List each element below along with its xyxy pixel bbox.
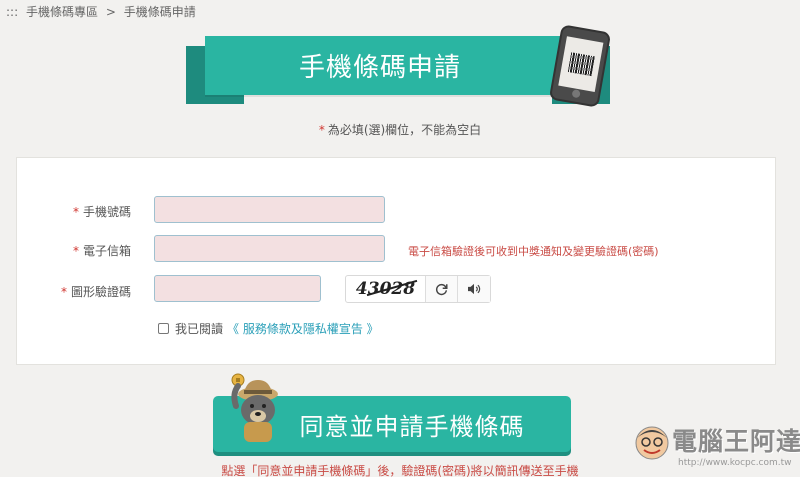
captcha-label-text: 圖形驗證碼 (70, 285, 131, 299)
required-note-text: 為必填(選)欄位，不能為空白 (327, 123, 482, 137)
email-label: * 電子信箱 (16, 242, 131, 259)
required-star: * (72, 205, 79, 219)
captcha-audio-button[interactable] (458, 276, 490, 302)
terms-agree-row: 我已閱讀 《 服務條款及隱私權宣告 》 (158, 320, 379, 337)
required-note: * 為必填(選)欄位，不能為空白 (0, 121, 800, 138)
page-title: 手機條碼申請 (298, 53, 461, 83)
phone-label-text: 手機號碼 (82, 205, 131, 219)
breadcrumb-parent-link[interactable]: 手機條碼專區 (26, 5, 98, 19)
terms-agree-text: 我已閱讀 (175, 322, 224, 336)
bear-mascot-icon (231, 373, 278, 442)
captcha-refresh-button[interactable] (426, 276, 458, 302)
captcha-input[interactable] (154, 275, 321, 302)
captcha-image: 43028 (346, 276, 426, 302)
captcha-label: * 圖形驗證碼 (16, 283, 131, 300)
required-star: * (318, 123, 325, 137)
phone-number-input[interactable] (154, 196, 385, 223)
breadcrumb-separator: > (105, 5, 116, 19)
terms-privacy-link[interactable]: 《 服務條款及隱私權宣告 》 (227, 320, 379, 337)
agree-and-apply-label: 同意並申請手機條碼 (299, 412, 525, 441)
breadcrumb-current: 手機條碼申請 (123, 5, 196, 19)
form-card (16, 157, 776, 365)
refresh-icon (436, 283, 448, 295)
breadcrumb-prefix: ::: (6, 5, 19, 19)
email-input[interactable] (154, 235, 385, 262)
page-banner: 手機條碼申請 (205, 36, 585, 95)
watermark-face-icon (635, 426, 669, 460)
watermark-url: http://www.kocpc.com.tw (678, 458, 792, 468)
terms-checkbox[interactable] (158, 323, 169, 334)
speaker-icon (468, 283, 481, 295)
email-hint: 電子信箱驗證後可收到中獎通知及變更驗證碼(密碼) (408, 245, 659, 258)
watermark: 電腦王阿達 http://www.kocpc.com.tw (632, 418, 800, 477)
email-label-text: 電子信箱 (82, 244, 131, 258)
watermark-text: 電腦王阿達 (672, 427, 800, 456)
required-star: * (72, 244, 79, 258)
breadcrumb: ::: 手機條碼專區 > 手機條碼申請 (6, 3, 200, 20)
captcha-group: 43028 (345, 275, 491, 303)
required-star: * (60, 285, 67, 299)
phone-label: * 手機號碼 (16, 203, 131, 220)
